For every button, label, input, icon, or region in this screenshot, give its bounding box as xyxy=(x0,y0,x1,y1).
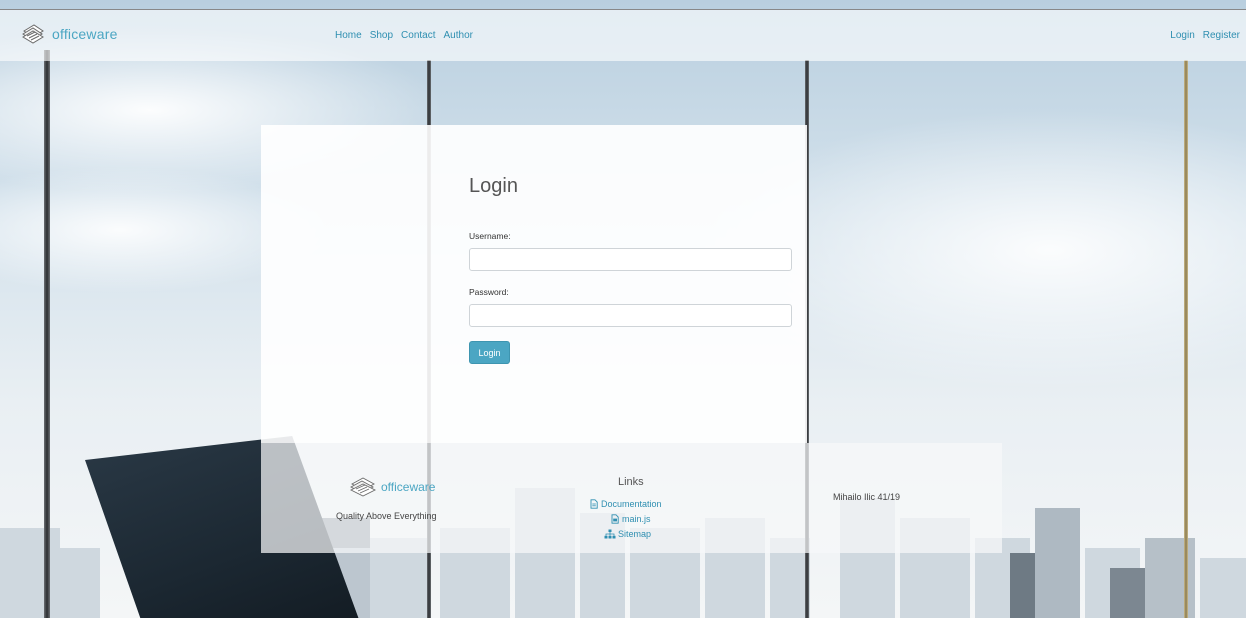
nav-link-home[interactable]: Home xyxy=(335,30,362,41)
main-nav: Home Shop Contact Author xyxy=(335,10,481,61)
sitemap-icon xyxy=(604,529,616,539)
page-title: Login xyxy=(469,175,518,197)
username-label: Username: xyxy=(469,231,511,241)
account-nav: Login Register xyxy=(1162,10,1240,61)
paper-stack-logo-icon xyxy=(349,477,377,497)
document-icon xyxy=(590,499,598,509)
footer-link-documentation[interactable]: Documentation xyxy=(589,499,662,509)
paper-stack-logo-icon xyxy=(22,24,44,44)
footer-link-label: Documentation xyxy=(601,499,662,509)
nav-link-shop[interactable]: Shop xyxy=(370,30,393,41)
nav-link-register[interactable]: Register xyxy=(1203,30,1240,41)
login-button[interactable]: Login xyxy=(469,341,510,364)
window-mullion xyxy=(1184,60,1188,618)
footer-brand-name: officeware xyxy=(381,480,436,494)
brand-link[interactable]: officeware xyxy=(20,21,118,47)
footer-link-label: Sitemap xyxy=(618,529,652,539)
login-panel: Login Username: Password: Login xyxy=(261,125,807,443)
footer-brand: officeware xyxy=(347,475,435,499)
nav-link-contact[interactable]: Contact xyxy=(401,30,435,41)
username-input[interactable] xyxy=(469,248,792,271)
password-label: Password: xyxy=(469,287,509,297)
brand-name: officeware xyxy=(52,26,118,42)
footer-link-mainjs[interactable]: main.js xyxy=(610,514,651,524)
nav-link-author[interactable]: Author xyxy=(444,30,473,41)
footer-link-sitemap[interactable]: Sitemap xyxy=(604,529,651,539)
footer-tagline: Quality Above Everything xyxy=(336,511,437,521)
window-mullion xyxy=(44,50,50,618)
footer-author: Mihailo Ilic 41/19 xyxy=(833,492,901,502)
nav-link-login[interactable]: Login xyxy=(1170,30,1194,41)
footer-link-label: main.js xyxy=(622,514,651,524)
file-code-icon xyxy=(611,514,619,524)
navbar: officeware Home Shop Contact Author Logi… xyxy=(0,9,1246,61)
password-input[interactable] xyxy=(469,304,792,327)
footer: officeware Quality Above Everything Link… xyxy=(261,443,1002,553)
footer-links-title: Links xyxy=(618,476,644,488)
